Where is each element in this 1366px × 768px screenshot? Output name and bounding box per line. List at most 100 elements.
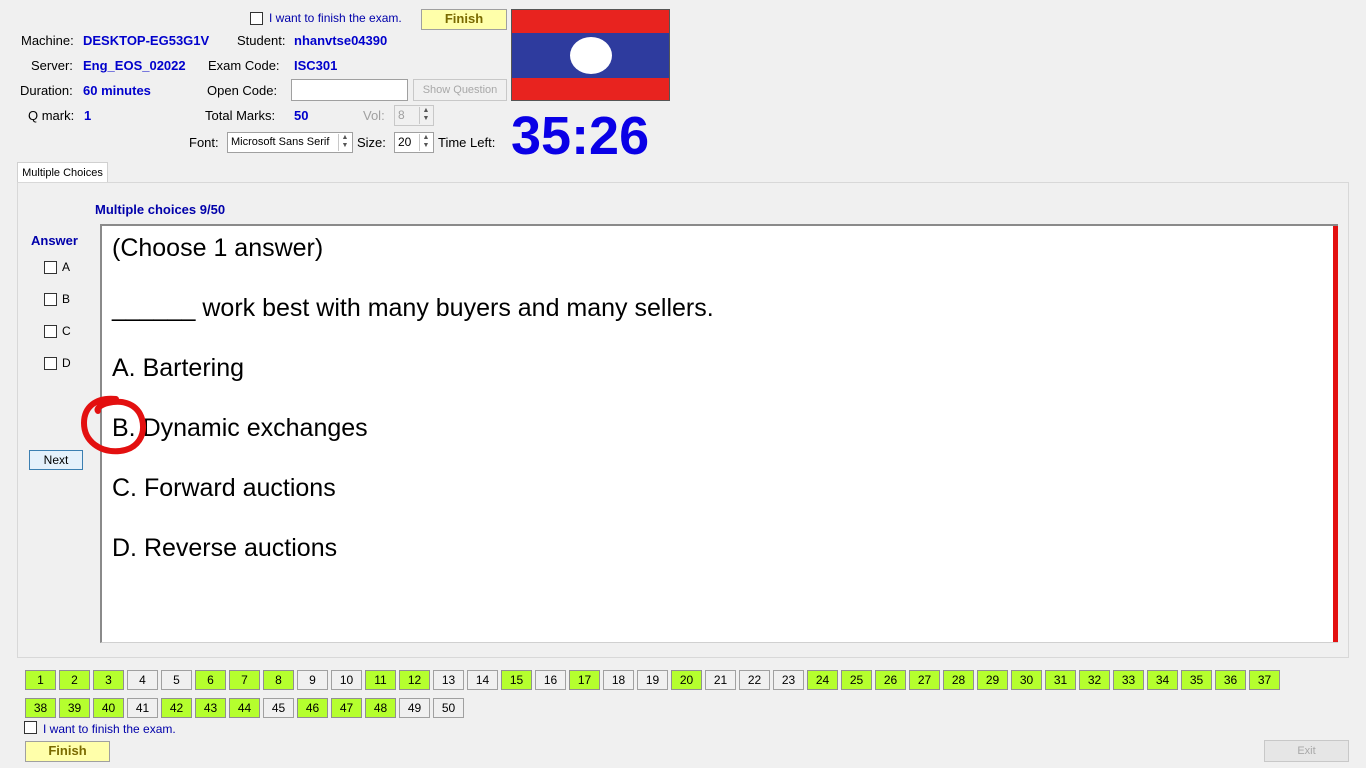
question-nav-button[interactable]: 45: [263, 698, 294, 718]
answer-b-checkbox[interactable]: [44, 293, 57, 307]
question-nav-button[interactable]: 37: [1249, 670, 1280, 690]
question-nav-button[interactable]: 6: [195, 670, 226, 690]
finish-exam-checkbox-top[interactable]: [250, 12, 263, 25]
question-nav-button[interactable]: 5: [161, 670, 192, 690]
question-nav-button[interactable]: 15: [501, 670, 532, 690]
question-nav-button[interactable]: 12: [399, 670, 430, 690]
question-nav-button[interactable]: 9: [297, 670, 328, 690]
vol-spin-arrows-icon[interactable]: ▲ ▼: [419, 107, 432, 124]
flag-white-circle-icon: [570, 37, 612, 74]
question-nav-button[interactable]: 35: [1181, 670, 1212, 690]
question-nav-button[interactable]: 3: [93, 670, 124, 690]
show-question-button[interactable]: Show Question: [413, 79, 507, 101]
question-nav-button[interactable]: 21: [705, 670, 736, 690]
question-option-d: D. Reverse auctions: [112, 534, 338, 562]
question-nav-button[interactable]: 20: [671, 670, 702, 690]
question-nav-button[interactable]: 22: [739, 670, 770, 690]
question-nav-button[interactable]: 44: [229, 698, 260, 718]
question-nav-button[interactable]: 26: [875, 670, 906, 690]
qmark-label: Q mark:: [28, 108, 75, 123]
server-value: Eng_EOS_02022: [83, 58, 186, 73]
question-nav-button[interactable]: 50: [433, 698, 464, 718]
total-marks-value: 50: [294, 108, 309, 123]
answer-option-d[interactable]: D: [44, 356, 71, 371]
question-nav-button[interactable]: 42: [161, 698, 192, 718]
question-nav-button[interactable]: 7: [229, 670, 260, 690]
vol-label: Vol:: [363, 108, 385, 123]
answer-b-label: B: [62, 292, 71, 306]
question-nav-button[interactable]: 27: [909, 670, 940, 690]
finish-button-bottom[interactable]: Finish: [25, 741, 110, 762]
vol-stepper[interactable]: 8 ▲ ▼: [394, 105, 434, 126]
question-nav-button[interactable]: 30: [1011, 670, 1042, 690]
red-circle-annotation-icon: [80, 395, 146, 455]
question-nav-button[interactable]: 4: [127, 670, 158, 690]
question-nav-button[interactable]: 11: [365, 670, 396, 690]
question-counter: Multiple choices 9/50: [95, 202, 226, 217]
answer-a-checkbox[interactable]: [44, 261, 57, 275]
duration-value: 60 minutes: [83, 83, 151, 98]
size-label: Size:: [357, 135, 386, 150]
answer-c-checkbox[interactable]: [44, 325, 57, 339]
student-label: Student:: [237, 33, 286, 48]
answer-heading: Answer: [31, 233, 78, 248]
duration-label: Duration:: [20, 83, 73, 98]
size-stepper[interactable]: 20 ▲ ▼: [394, 132, 434, 153]
question-nav-button[interactable]: 36: [1215, 670, 1246, 690]
question-instruction: (Choose 1 answer): [112, 234, 324, 262]
exit-button[interactable]: Exit: [1264, 740, 1349, 762]
font-value: Microsoft Sans Serif: [231, 136, 330, 148]
question-nav-button[interactable]: 16: [535, 670, 566, 690]
font-select[interactable]: Microsoft Sans Serif ▲ ▼: [227, 132, 353, 153]
question-nav-button[interactable]: 39: [59, 698, 90, 718]
laos-flag-image: [511, 9, 670, 101]
open-code-input[interactable]: [291, 79, 408, 101]
question-nav-button[interactable]: 23: [773, 670, 804, 690]
question-nav-button[interactable]: 31: [1045, 670, 1076, 690]
finish-exam-label-top: I want to finish the exam.: [269, 11, 402, 25]
question-nav-button[interactable]: 25: [841, 670, 872, 690]
answer-option-a[interactable]: A: [44, 260, 70, 275]
question-nav-button[interactable]: 49: [399, 698, 430, 718]
question-scrollbar-edge[interactable]: [1333, 226, 1338, 642]
question-nav-button[interactable]: 2: [59, 670, 90, 690]
question-nav-button[interactable]: 47: [331, 698, 362, 718]
question-nav-button[interactable]: 19: [637, 670, 668, 690]
question-nav-button[interactable]: 29: [977, 670, 1008, 690]
question-nav-button[interactable]: 18: [603, 670, 634, 690]
answer-option-c[interactable]: C: [44, 324, 71, 339]
question-stem: ______ work best with many buyers and ma…: [112, 294, 714, 322]
question-nav-button[interactable]: 38: [25, 698, 56, 718]
question-nav-button[interactable]: 43: [195, 698, 226, 718]
question-nav-button[interactable]: 14: [467, 670, 498, 690]
tab-multiple-choices[interactable]: Multiple Choices: [17, 162, 108, 183]
question-nav-button[interactable]: 40: [93, 698, 124, 718]
question-nav-button[interactable]: 46: [297, 698, 328, 718]
machine-value: DESKTOP-EG53G1V: [83, 33, 210, 48]
question-nav-button[interactable]: 28: [943, 670, 974, 690]
question-nav-button[interactable]: 24: [807, 670, 838, 690]
question-nav-button[interactable]: 8: [263, 670, 294, 690]
question-nav-button[interactable]: 32: [1079, 670, 1110, 690]
question-nav-button[interactable]: 41: [127, 698, 158, 718]
open-code-label: Open Code:: [207, 83, 278, 98]
question-nav-button[interactable]: 1: [25, 670, 56, 690]
answer-d-checkbox[interactable]: [44, 357, 57, 371]
size-value: 20: [398, 135, 412, 149]
server-label: Server:: [31, 58, 73, 73]
finish-button-top[interactable]: Finish: [421, 9, 507, 30]
question-nav-button[interactable]: 17: [569, 670, 600, 690]
time-left-value: 35:26: [511, 106, 650, 166]
question-nav-button[interactable]: 48: [365, 698, 396, 718]
font-spin-arrows-icon[interactable]: ▲ ▼: [338, 134, 351, 151]
font-label: Font:: [189, 135, 219, 150]
size-spin-arrows-icon[interactable]: ▲ ▼: [419, 134, 432, 151]
finish-exam-checkbox-bottom[interactable]: [24, 721, 37, 734]
answer-option-b[interactable]: B: [44, 292, 71, 307]
question-nav-button[interactable]: 33: [1113, 670, 1144, 690]
question-nav-button[interactable]: 13: [433, 670, 464, 690]
question-nav-button[interactable]: 10: [331, 670, 362, 690]
next-button[interactable]: Next: [29, 450, 83, 470]
question-nav-button[interactable]: 34: [1147, 670, 1178, 690]
student-value: nhanvtse04390: [294, 33, 388, 48]
